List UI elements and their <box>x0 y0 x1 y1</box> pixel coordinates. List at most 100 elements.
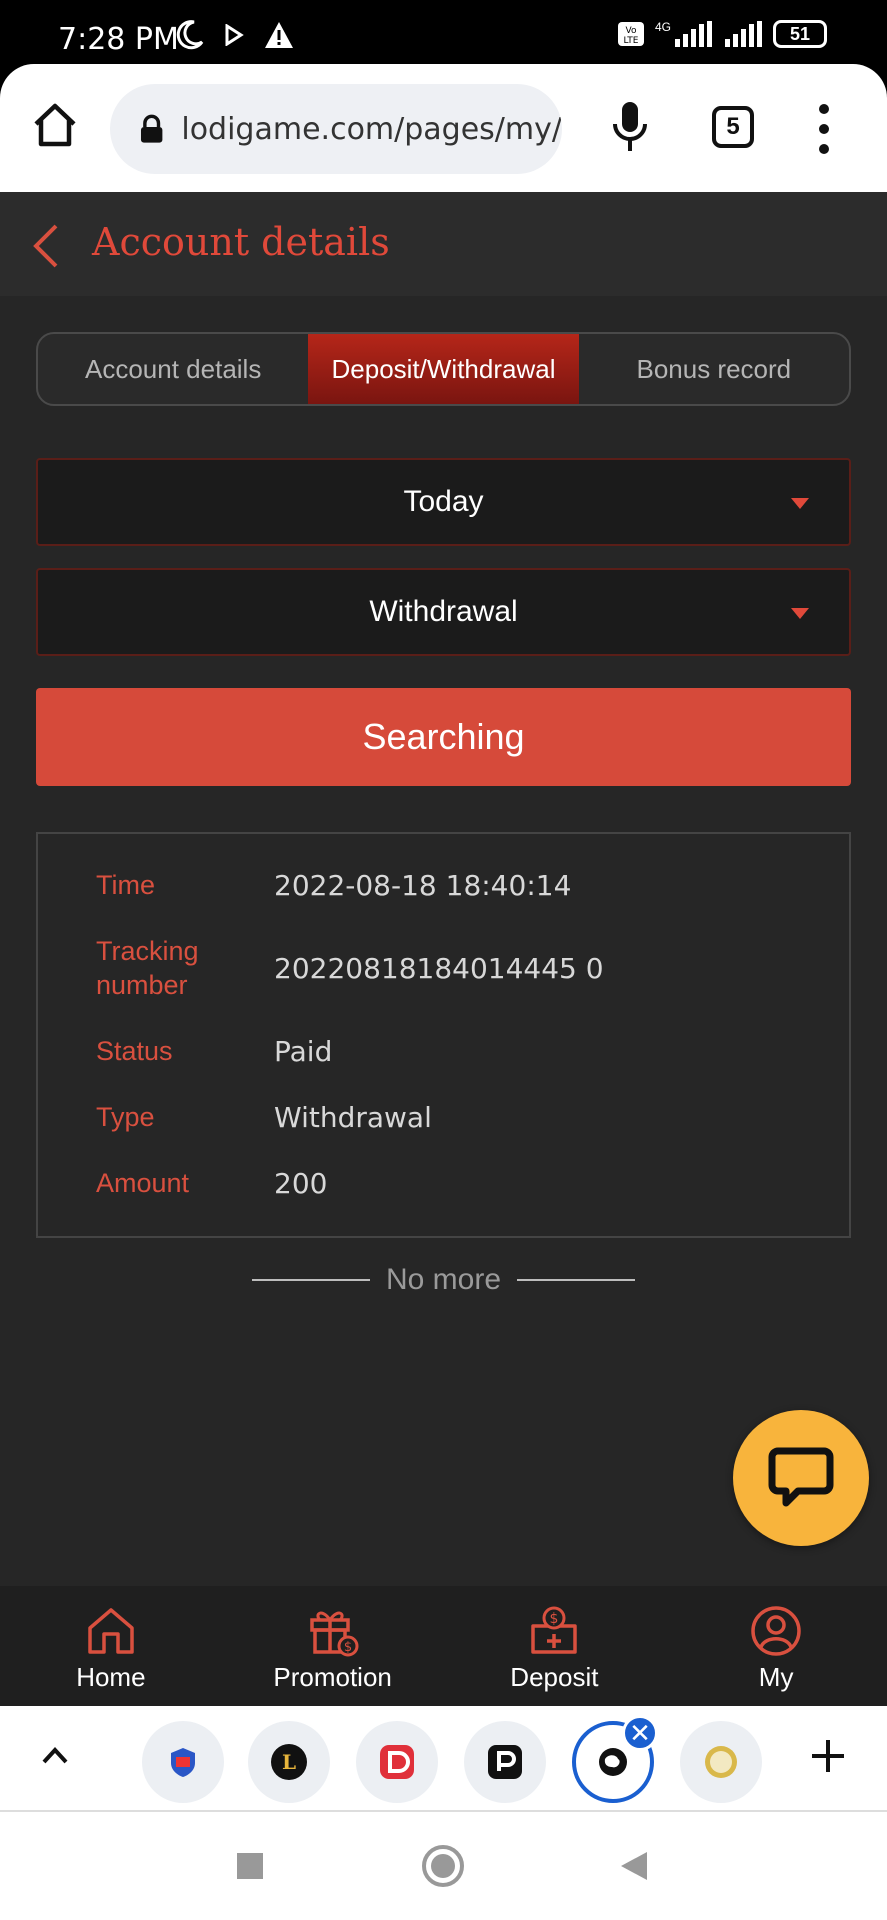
svg-text:L: L <box>282 1750 296 1774</box>
site-favicon-icon: L <box>271 1744 307 1780</box>
nav-label: Deposit <box>510 1662 599 1692</box>
record-value: Paid <box>274 1034 333 1068</box>
system-navigation-bar <box>0 1812 887 1920</box>
browser-tab[interactable]: L <box>248 1721 330 1803</box>
browser-tab[interactable] <box>356 1721 438 1803</box>
url-bar[interactable]: lodigame.com/pages/my/ <box>110 84 562 174</box>
system-back-button[interactable] <box>574 1812 694 1920</box>
site-favicon-icon <box>488 1745 522 1779</box>
menu-dot-icon <box>819 124 829 134</box>
deposit-icon: $ <box>531 1606 578 1654</box>
battery-icon: 51 <box>773 20 827 48</box>
record-label: Time <box>96 870 155 900</box>
tab-account-details[interactable]: Account details <box>38 334 308 404</box>
signal-icon <box>675 21 712 47</box>
svg-text:Vo: Vo <box>626 26 637 36</box>
nav-promotion[interactable]: $ Promotion <box>222 1586 444 1706</box>
new-tab-button[interactable] <box>808 1736 848 1776</box>
record-row-status: Status Paid <box>96 1034 816 1068</box>
system-home-button[interactable] <box>383 1812 503 1920</box>
chevron-left-icon <box>33 224 58 268</box>
page-title: Account details <box>92 220 390 264</box>
record-row-time: Time 2022-08-18 18:40:14 <box>96 868 816 902</box>
record-tabs: Account details Deposit/Withdrawal Bonus… <box>36 332 851 406</box>
record-row-tracking: Tracking number 20220818184014445 0 <box>96 934 816 1002</box>
home-icon <box>88 1608 134 1654</box>
signal-icon-2 <box>725 21 762 47</box>
status-icons-left <box>176 20 294 50</box>
record-label: Type <box>96 1102 155 1132</box>
url-text: lodigame.com/pages/my/ <box>181 111 562 147</box>
site-favicon-icon <box>705 1746 737 1778</box>
record-value: 20220818184014445 0 <box>274 951 604 985</box>
record-row-amount: Amount 200 <box>96 1166 816 1200</box>
svg-text:LTE: LTE <box>624 36 639 46</box>
browser-tab-current[interactable]: ✕ <box>572 1715 658 1803</box>
chat-bubble-icon <box>768 1447 834 1507</box>
transaction-record: Time 2022-08-18 18:40:14 Tracking number… <box>36 832 851 1238</box>
record-value: 200 <box>274 1166 328 1200</box>
browser-menu-button[interactable] <box>812 104 836 154</box>
caret-down-icon <box>791 608 809 619</box>
search-button[interactable]: Searching <box>36 688 851 786</box>
record-value: 2022-08-18 18:40:14 <box>274 868 572 902</box>
gift-icon: $ <box>309 1611 359 1657</box>
caret-down-icon <box>791 498 809 509</box>
microphone-icon <box>613 102 647 151</box>
voice-search-button[interactable] <box>610 100 650 154</box>
circle-icon <box>422 1845 464 1887</box>
triangle-back-icon <box>621 1852 647 1880</box>
period-select-value: Today <box>403 485 484 518</box>
tab-switcher-button[interactable]: 5 <box>712 106 754 148</box>
list-end-text: No more <box>385 1263 502 1296</box>
list-end-indicator: No more <box>0 1260 887 1300</box>
browser-tab[interactable] <box>142 1721 224 1803</box>
divider <box>251 1279 370 1281</box>
browser-toolbar: lodigame.com/pages/my/ 5 <box>0 64 887 192</box>
page-header: Account details <box>0 192 887 296</box>
status-bar: 7:28 PM Vo LTE 4G 51 <box>0 0 887 64</box>
nav-label: Promotion <box>273 1662 392 1692</box>
site-favicon-icon <box>171 1748 195 1777</box>
status-time: 7:28 PM <box>58 22 179 57</box>
lock-icon <box>140 114 163 143</box>
moon-icon <box>176 20 204 50</box>
tab-bonus-record[interactable]: Bonus record <box>579 334 849 404</box>
period-select[interactable]: Today <box>36 458 851 546</box>
divider <box>517 1279 636 1281</box>
recent-apps-button[interactable] <box>190 1812 310 1920</box>
svg-text:$: $ <box>550 1611 559 1627</box>
page-content: Account details Deposit/Withdrawal Bonus… <box>0 296 887 1586</box>
user-icon <box>751 1606 801 1656</box>
browser-tab[interactable] <box>464 1721 546 1803</box>
menu-dot-icon <box>819 104 829 114</box>
nav-label: My <box>758 1662 794 1692</box>
expand-tabs-button[interactable] <box>38 1738 72 1772</box>
browser-tab[interactable] <box>680 1721 762 1803</box>
record-value: Withdrawal <box>274 1100 432 1134</box>
type-select[interactable]: Withdrawal <box>36 568 851 656</box>
play-icon <box>225 24 244 46</box>
web-page: Account details Account details Deposit/… <box>0 192 887 1586</box>
network-type: 4G <box>654 20 671 34</box>
home-outline-icon <box>34 103 76 147</box>
browser-tab-strip: L ✕ <box>0 1706 887 1812</box>
back-button[interactable] <box>30 222 62 270</box>
site-favicon-icon <box>599 1748 627 1776</box>
type-select-value: Withdrawal <box>369 595 518 628</box>
browser-home-button[interactable] <box>30 100 80 150</box>
nav-deposit[interactable]: $ Deposit <box>444 1586 666 1706</box>
live-chat-button[interactable] <box>733 1410 869 1546</box>
status-icons-right: Vo LTE 4G 51 <box>617 20 827 48</box>
chevron-up-icon <box>42 1747 68 1764</box>
nav-my[interactable]: My <box>665 1586 887 1706</box>
nav-label: Home <box>76 1662 146 1692</box>
tab-deposit-withdrawal[interactable]: Deposit/Withdrawal <box>308 334 579 404</box>
menu-dot-icon <box>819 144 829 154</box>
record-label: Status <box>96 1036 173 1066</box>
warning-icon <box>265 22 293 48</box>
record-row-type: Type Withdrawal <box>96 1100 816 1134</box>
nav-home[interactable]: Home <box>0 1586 222 1706</box>
close-tab-button[interactable]: ✕ <box>622 1715 658 1751</box>
volte-icon: VoLTE <box>617 22 644 46</box>
